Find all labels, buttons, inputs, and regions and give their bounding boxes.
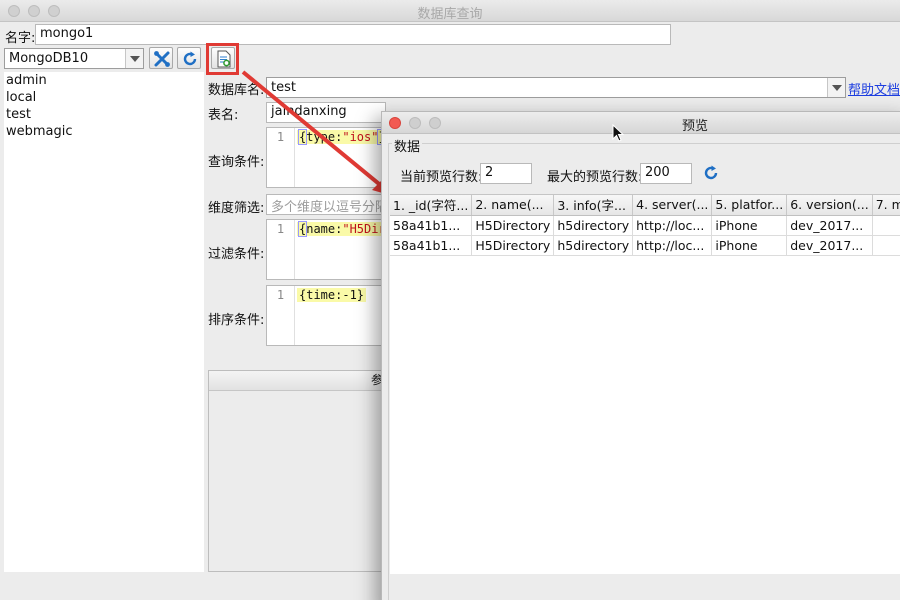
- close-preview-button[interactable]: [389, 117, 401, 129]
- table-cell[interactable]: 58a41b1...: [390, 235, 473, 256]
- table-cell[interactable]: http://loc...: [632, 215, 713, 236]
- mouse-pointer-icon: [612, 124, 625, 142]
- preview-data-table[interactable]: 1. _id(字符... 2. name(... 3. info(字... 4.…: [390, 194, 900, 574]
- max-rows-label: 最大的预览行数:: [547, 170, 643, 185]
- table-cell[interactable]: iPhone: [711, 235, 788, 256]
- table-cell[interactable]: H5Directory: [471, 235, 555, 256]
- table-cell[interactable]: dev_2017...: [786, 235, 873, 256]
- table-row[interactable]: 58a41b1... H5Directory h5directory http:…: [390, 215, 900, 236]
- column-header[interactable]: 6. version(...: [786, 195, 873, 216]
- table-cell[interactable]: 58a41b1...: [390, 215, 473, 236]
- table-row[interactable]: 58a41b1... H5Directory h5directory http:…: [390, 235, 900, 256]
- preview-title: 预览: [682, 119, 709, 134]
- minimize-preview-button[interactable]: [409, 117, 421, 129]
- column-header[interactable]: 5. platfor...: [711, 195, 788, 216]
- table-cell[interactable]: H5Directory: [471, 215, 555, 236]
- current-rows-label: 当前预览行数:: [400, 170, 483, 185]
- table-cell[interactable]: dev_2017...: [786, 215, 873, 236]
- column-header[interactable]: 1. _id(字符...: [390, 195, 473, 216]
- max-rows-input[interactable]: 200: [640, 163, 692, 184]
- table-cell[interactable]: h5directory: [553, 235, 634, 256]
- column-header[interactable]: 2. name(...: [471, 195, 555, 216]
- preview-window: 预览 数据 当前预览行数: 2 最大的预览行数: 200 1. _id(字符..…: [381, 111, 900, 600]
- table-cell[interactable]: http://loc...: [632, 235, 713, 256]
- column-header[interactable]: 3. info(字...: [553, 195, 634, 216]
- zoom-preview-button[interactable]: [429, 117, 441, 129]
- preview-title-bar: 预览: [382, 112, 900, 134]
- current-rows-input[interactable]: 2: [480, 163, 532, 184]
- refresh-rows-icon[interactable]: [702, 164, 720, 182]
- column-header[interactable]: 4. server(...: [632, 195, 713, 216]
- table-header-row: 1. _id(字符... 2. name(... 3. info(字... 4.…: [390, 195, 900, 216]
- table-cell[interactable]: [872, 215, 900, 236]
- data-group-label: 数据: [392, 136, 423, 155]
- table-cell[interactable]: h5directory: [553, 215, 634, 236]
- column-header[interactable]: 7. macad...: [872, 195, 900, 216]
- table-cell[interactable]: [872, 235, 900, 256]
- table-cell[interactable]: iPhone: [711, 215, 788, 236]
